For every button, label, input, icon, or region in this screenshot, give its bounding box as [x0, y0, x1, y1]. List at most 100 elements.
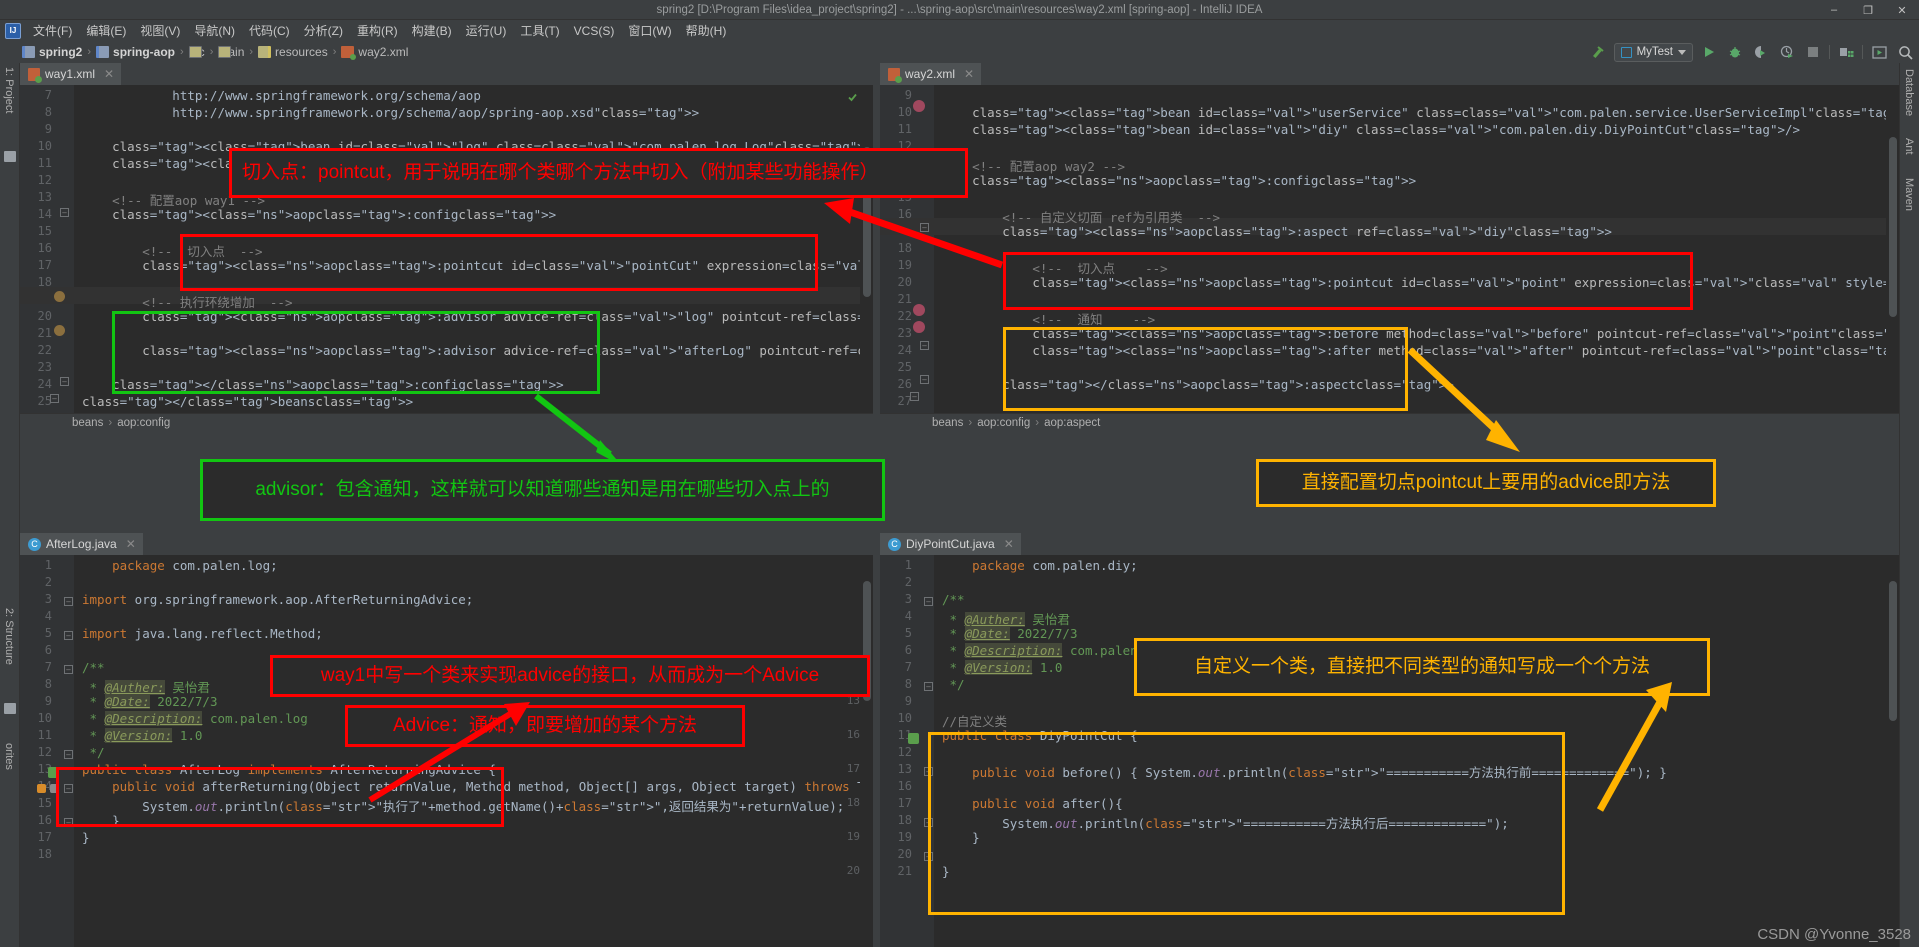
code-area-afterlog[interactable]: 123456789101112131415161718 – – – – – – …	[20, 555, 873, 947]
menu-tools[interactable]: 工具(T)	[513, 20, 566, 41]
tool-window-maven[interactable]: Maven	[1903, 178, 1915, 211]
code-line[interactable]: * @Version: 1.0	[942, 660, 1062, 675]
build-hammer-icon[interactable]	[1588, 43, 1608, 62]
fold-collapse-icon[interactable]: –	[924, 682, 933, 691]
menu-file[interactable]: 文件(F)	[26, 20, 79, 41]
breadcrumb-crumb[interactable]: aop:config	[117, 417, 170, 429]
bean-gutter-icon[interactable]	[54, 325, 65, 336]
code-line[interactable]: class="tag"><class="ns">aopclass="tag">:…	[82, 207, 556, 222]
breadcrumb-resources[interactable]: resources	[258, 45, 328, 59]
minimize-button[interactable]: –	[1817, 0, 1851, 20]
close-icon[interactable]: ✕	[1004, 537, 1014, 551]
menu-code[interactable]: 代码(C)	[242, 20, 297, 41]
code-line[interactable]: package com.palen.diy;	[942, 558, 1138, 573]
stop-icon[interactable]	[1803, 43, 1823, 62]
run-icon[interactable]	[1699, 43, 1719, 62]
code-line[interactable]: * @Date: 2022/7/3	[942, 626, 1077, 641]
breadcrumb-crumb[interactable]: beans	[72, 417, 103, 429]
code-line[interactable]: /**	[82, 660, 105, 675]
search-everywhere-icon[interactable]	[1895, 43, 1915, 62]
code-text-afterlog[interactable]: package com.palen.log; import org.springf…	[74, 555, 873, 947]
breadcrumb-crumb[interactable]: aop:config	[977, 417, 1030, 429]
breadcrumb-crumb[interactable]: aop:aspect	[1044, 417, 1100, 429]
menu-vcs[interactable]: VCS(S)	[567, 22, 622, 40]
project-structure-icon[interactable]	[1836, 43, 1856, 62]
bean-gutter-icon[interactable]	[54, 291, 65, 302]
fold-collapse-icon[interactable]: –	[64, 597, 73, 606]
structure-icon[interactable]	[4, 703, 16, 714]
vertical-scrollbar-diy[interactable]	[1886, 577, 1899, 947]
run-configuration-selector[interactable]: MyTest	[1613, 42, 1693, 62]
tool-window-favorites[interactable]: orites	[3, 743, 15, 770]
run-with-coverage-icon[interactable]	[1751, 43, 1771, 62]
code-line[interactable]: class="tag"><class="ns">aopclass="tag">:…	[942, 173, 1416, 188]
preview-icon[interactable]	[1869, 43, 1889, 62]
fold-collapse-icon[interactable]: –	[920, 223, 929, 232]
code-line[interactable]: class="tag"></class="tag">beansclass="ta…	[82, 394, 413, 409]
tab-diypointcut-java[interactable]: DiyPointCut.java ✕	[880, 533, 1021, 555]
advice-gutter-icon[interactable]	[913, 304, 925, 316]
menu-view[interactable]: 视图(V)	[133, 20, 187, 41]
profile-icon[interactable]	[1777, 43, 1797, 62]
close-icon[interactable]: ✕	[104, 67, 114, 81]
code-line[interactable]: * @Version: 1.0	[82, 728, 202, 743]
breadcrumb-way2-xml[interactable]: way2.xml	[341, 45, 408, 60]
tool-window-project[interactable]: 1: Project	[3, 67, 15, 113]
menu-analyze[interactable]: 分析(Z)	[297, 20, 350, 41]
fold-collapse-icon[interactable]: –	[910, 392, 919, 401]
tab-way2-xml[interactable]: way2.xml ✕	[880, 63, 982, 85]
breadcrumb-crumb[interactable]: beans	[932, 417, 963, 429]
code-line[interactable]: */	[82, 745, 105, 760]
close-button[interactable]: ✕	[1885, 0, 1919, 20]
fold-collapse-icon[interactable]: –	[920, 341, 929, 350]
breadcrumb-spring-aop[interactable]: spring-aop	[96, 45, 175, 59]
bean-gutter-icon[interactable]	[913, 100, 925, 112]
code-line[interactable]: }	[82, 830, 90, 845]
menu-run[interactable]: 运行(U)	[459, 20, 514, 41]
maximize-button[interactable]: ❐	[1851, 0, 1885, 20]
close-icon[interactable]: ✕	[964, 67, 974, 81]
code-line[interactable]: class="tag"><class="tag">bean id=class="…	[942, 105, 1899, 120]
fold-collapse-icon[interactable]: –	[64, 750, 73, 759]
fold-collapse-icon[interactable]: –	[64, 665, 73, 674]
vertical-scrollbar-way2[interactable]	[1886, 107, 1899, 431]
code-line[interactable]: http://www.springframework.org/schema/ao…	[82, 105, 699, 120]
breadcrumb-spring2[interactable]: spring2	[22, 45, 82, 59]
code-line[interactable]: class="tag"><class="ns">aopclass="tag">:…	[942, 224, 1612, 239]
code-line[interactable]: /**	[942, 592, 965, 607]
vertical-scrollbar-afterlog[interactable]	[860, 577, 873, 947]
project-folder-icon[interactable]	[4, 151, 16, 162]
menu-help[interactable]: 帮助(H)	[679, 20, 734, 41]
code-line[interactable]: package com.palen.log;	[82, 558, 278, 573]
breadcrumb-src[interactable]: src	[188, 45, 205, 59]
menu-navigate[interactable]: 导航(N)	[187, 20, 242, 41]
code-line[interactable]: import org.springframework.aop.AfterRetu…	[82, 592, 473, 607]
advice-gutter-icon[interactable]	[913, 321, 925, 333]
spring-bean-icon[interactable]	[908, 733, 919, 744]
code-line[interactable]: import java.lang.reflect.Method;	[82, 626, 323, 641]
scrollbar-thumb[interactable]	[1889, 137, 1897, 317]
tool-window-database[interactable]: Database	[1903, 69, 1915, 116]
fold-collapse-icon[interactable]: –	[64, 631, 73, 640]
tool-window-ant[interactable]: Ant	[1903, 138, 1915, 155]
code-line[interactable]: */	[942, 677, 965, 692]
fold-collapse-icon[interactable]: –	[50, 394, 59, 403]
fold-collapse-icon[interactable]: –	[60, 377, 69, 386]
tool-window-structure[interactable]: 2: Structure	[3, 608, 15, 665]
fold-collapse-icon[interactable]: –	[924, 597, 933, 606]
menu-window[interactable]: 窗口(W)	[621, 20, 678, 41]
menu-refactor[interactable]: 重构(R)	[350, 20, 405, 41]
menu-build[interactable]: 构建(B)	[405, 20, 459, 41]
tab-afterlog-java[interactable]: AfterLog.java ✕	[20, 533, 143, 555]
fold-collapse-icon[interactable]: –	[60, 208, 69, 217]
menu-edit[interactable]: 编辑(E)	[79, 20, 133, 41]
close-icon[interactable]: ✕	[126, 537, 136, 551]
code-line[interactable]: * @Description: com.palen.log	[82, 711, 308, 726]
override-icon[interactable]	[37, 784, 46, 793]
code-line[interactable]: class="tag"><class="tag">bean id=class="…	[942, 122, 1800, 137]
code-line[interactable]: http://www.springframework.org/schema/ao…	[82, 88, 481, 103]
code-line[interactable]: * @Date: 2022/7/3	[82, 694, 217, 709]
tab-way1-xml[interactable]: way1.xml ✕	[20, 63, 122, 85]
scrollbar-thumb[interactable]	[1889, 581, 1897, 721]
breadcrumb-main[interactable]: main	[218, 45, 244, 59]
